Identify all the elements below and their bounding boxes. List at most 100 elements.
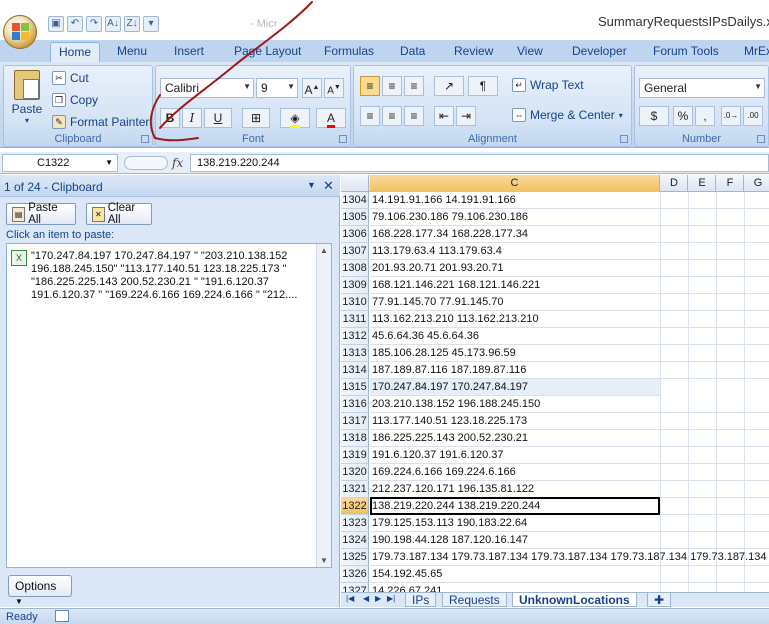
row-header[interactable]: 1308	[341, 260, 369, 277]
grid-cell[interactable]: 154.192.45.65	[370, 566, 769, 583]
sheet-tab-requests[interactable]: Requests	[442, 593, 507, 607]
row-header[interactable]: 1324	[341, 532, 369, 549]
tab-forum-tools[interactable]: Forum Tools	[645, 42, 727, 62]
borders-button[interactable]: ⊞	[242, 108, 270, 128]
sheet-tab-ips[interactable]: IPs	[405, 593, 437, 607]
insert-function-icon[interactable]: fx	[172, 156, 183, 170]
column-header[interactable]: D	[661, 175, 688, 192]
row-header[interactable]: 1319	[341, 447, 369, 464]
sort-ascending-icon[interactable]: A↓	[105, 16, 121, 32]
grid-cell[interactable]: 212.237.120.171 196.135.81.122	[370, 481, 769, 498]
grid-cell[interactable]: 77.91.145.70 77.91.145.70	[370, 294, 769, 311]
clear-all-button[interactable]: ✕ Clear All	[86, 202, 152, 226]
orientation-button[interactable]: ↗	[434, 76, 464, 96]
grid-cell[interactable]: 45.6.64.36 45.6.64.36	[370, 328, 769, 345]
paste-button[interactable]: Paste ▾	[9, 70, 45, 130]
row-header[interactable]: 1307	[341, 243, 369, 260]
formula-input[interactable]: 138.219.220.244	[190, 154, 769, 172]
row-header[interactable]: 1316	[341, 396, 369, 413]
prev-sheet-icon[interactable]: ◀	[363, 594, 369, 603]
row-header[interactable]: 1325	[341, 549, 369, 566]
clipboard-dialog-launcher[interactable]	[141, 135, 149, 143]
grid-cell[interactable]: 14.226.67.241	[370, 583, 769, 592]
grid-cell[interactable]: 113.162.213.210 113.162.213.210	[370, 311, 769, 328]
row-header[interactable]: 1305	[341, 209, 369, 226]
column-header[interactable]: E	[689, 175, 716, 192]
format-painter-button[interactable]: ✎ Format Painter	[52, 115, 149, 129]
font-size-combo[interactable]: 9 ▼	[256, 78, 298, 98]
font-name-combo[interactable]: Calibri ▼	[160, 78, 254, 98]
text-direction-button[interactable]: ¶	[468, 76, 498, 96]
worksheet-grid[interactable]: C D E F G 1304 14.191.91.166 14.191.91.16…	[341, 175, 769, 592]
sort-descending-icon[interactable]: Z↓	[124, 16, 140, 32]
undo-icon[interactable]: ↶	[67, 16, 83, 32]
row-header[interactable]: 1304	[341, 192, 369, 209]
row-header[interactable]: 1321	[341, 481, 369, 498]
grid-cell[interactable]: 187.189.87.116 187.189.87.116	[370, 362, 769, 379]
column-header[interactable]: C	[370, 175, 660, 192]
grid-cell[interactable]: 186.225.225.143 200.52.230.21	[370, 430, 769, 447]
paste-all-button[interactable]: ▤ Paste All	[6, 202, 76, 226]
grid-cell[interactable]: 113.179.63.4 113.179.63.4	[370, 243, 769, 260]
tab-developer[interactable]: Developer	[564, 42, 635, 62]
grid-cell[interactable]: 190.198.44.128 187.120.16.147	[370, 532, 769, 549]
close-pane-icon[interactable]: ✕	[323, 178, 334, 194]
sheet-tab-unknown-locations[interactable]: UnknownLocations	[512, 593, 637, 607]
align-middle-button[interactable]: ≡	[382, 76, 402, 96]
row-header[interactable]: 1310	[341, 294, 369, 311]
cut-button[interactable]: ✂ Cut	[52, 71, 89, 85]
alignment-dialog-launcher[interactable]	[620, 135, 628, 143]
wrap-text-button[interactable]: ↵ Wrap Text	[512, 78, 584, 92]
next-sheet-icon[interactable]: ▶	[375, 594, 381, 603]
column-header[interactable]: G	[745, 175, 769, 192]
redo-icon[interactable]: ↷	[86, 16, 102, 32]
italic-button[interactable]: I	[182, 108, 202, 128]
row-header[interactable]: 1311	[341, 311, 369, 328]
merge-center-button[interactable]: ⇔ Merge & Center ▾	[512, 108, 623, 122]
align-center-button[interactable]: ≡	[382, 106, 402, 126]
font-dialog-launcher[interactable]	[339, 135, 347, 143]
tab-review[interactable]: Review	[446, 42, 501, 62]
row-header[interactable]: 1327	[341, 583, 369, 592]
row-header[interactable]: 1315	[341, 379, 369, 396]
grow-font-button[interactable]: A▲	[302, 78, 322, 98]
column-header[interactable]: F	[717, 175, 744, 192]
grid-cell[interactable]: 185.106.28.125 45.173.96.59	[370, 345, 769, 362]
grid-cell[interactable]: 14.191.91.166 14.191.91.166	[370, 192, 769, 209]
comma-button[interactable]: ,	[695, 106, 715, 126]
formula-zoom-handle[interactable]	[124, 156, 168, 170]
grid-cell[interactable]: 168.228.177.34 168.228.177.34	[370, 226, 769, 243]
decrease-decimal-button[interactable]: .00	[743, 106, 763, 126]
row-header[interactable]: 1322	[341, 498, 369, 515]
save-icon[interactable]: ▣	[48, 16, 64, 32]
decrease-indent-button[interactable]: ⇤	[434, 106, 454, 126]
clipboard-item[interactable]: X "170.247.84.197 170.247.84.197 " "203.…	[11, 250, 311, 302]
grid-cell[interactable]: 179.125.153.113 190.183.22.64	[370, 515, 769, 532]
select-all-corner[interactable]	[341, 175, 369, 192]
copy-button[interactable]: ❐ Copy	[52, 93, 98, 107]
row-header[interactable]: 1313	[341, 345, 369, 362]
fill-color-button[interactable]: ◈	[280, 108, 310, 128]
row-header[interactable]: 1326	[341, 566, 369, 583]
clipboard-scrollbar[interactable]: ▲ ▼	[316, 244, 331, 567]
tab-data[interactable]: Data	[392, 42, 433, 62]
font-color-button[interactable]: A	[316, 108, 346, 128]
grid-cell[interactable]: 168.121.146.221 168.121.146.221	[370, 277, 769, 294]
increase-indent-button[interactable]: ⇥	[456, 106, 476, 126]
grid-cell[interactable]: 191.6.120.37 191.6.120.37	[370, 447, 769, 464]
pane-options-dropdown-icon[interactable]: ▼	[307, 180, 316, 190]
customize-qat-icon[interactable]: ▾	[143, 16, 159, 32]
grid-cell[interactable]: 201.93.20.71 201.93.20.71	[370, 260, 769, 277]
row-header[interactable]: 1314	[341, 362, 369, 379]
tab-menu[interactable]: Menu	[109, 42, 155, 62]
office-button[interactable]	[3, 15, 37, 49]
underline-button[interactable]: U	[204, 108, 232, 128]
row-header[interactable]: 1318	[341, 430, 369, 447]
last-sheet-icon[interactable]: ▶|	[387, 594, 395, 603]
grid-cell[interactable]: 203.210.138.152 196.188.245.150	[370, 396, 769, 413]
align-top-button[interactable]: ≡	[360, 76, 380, 96]
scroll-down-icon[interactable]: ▼	[320, 556, 328, 565]
align-bottom-button[interactable]: ≡	[404, 76, 424, 96]
tab-insert[interactable]: Insert	[166, 42, 212, 62]
grid-cell[interactable]: 113.177.140.51 123.18.225.173	[370, 413, 769, 430]
